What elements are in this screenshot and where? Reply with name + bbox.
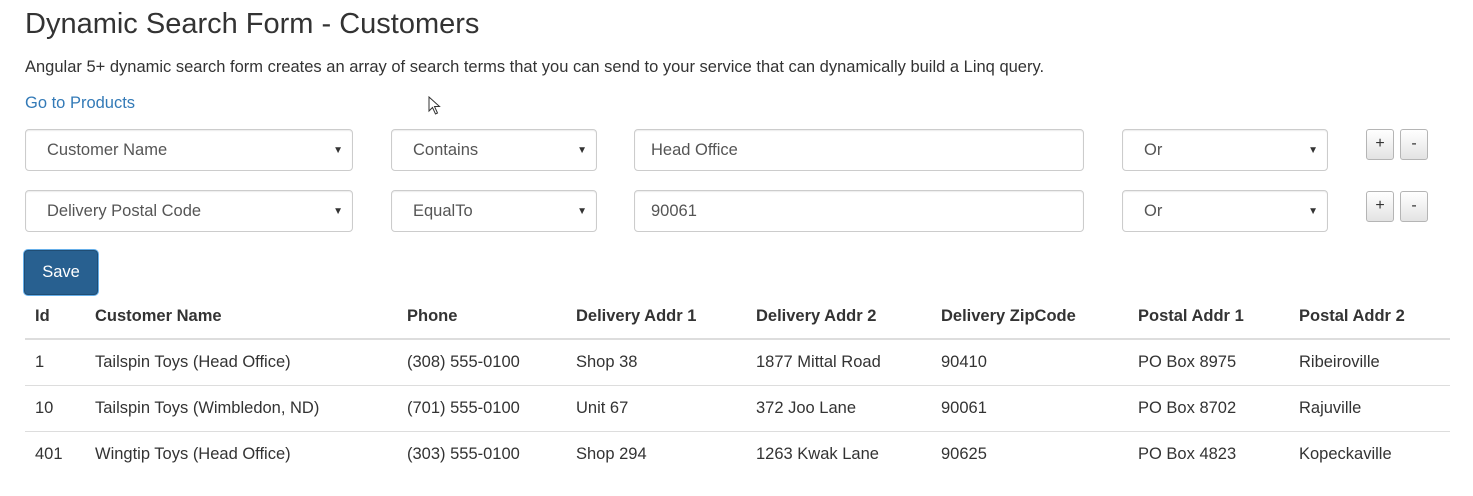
cell-customer-name: Tailspin Toys (Wimbledon, ND) <box>85 385 397 432</box>
column-header-delivery-addr-1[interactable]: Delivery Addr 1 <box>566 294 746 340</box>
cell-delivery-addr-1: Shop 294 <box>566 431 746 477</box>
cell-delivery-zipcode: 90061 <box>931 385 1128 432</box>
go-to-products-link[interactable]: Go to Products <box>25 92 135 114</box>
page-description: Angular 5+ dynamic search form creates a… <box>25 58 1045 76</box>
chevron-down-icon: ▼ <box>1308 206 1318 217</box>
chevron-down-icon: ▼ <box>577 145 587 156</box>
column-header-customer-name[interactable]: Customer Name <box>85 294 397 340</box>
search-value-text: Head Office <box>651 141 738 159</box>
search-conjunction-value: Or <box>1144 202 1163 220</box>
search-value-input[interactable]: 90061 <box>634 190 1084 232</box>
cell-phone: (701) 555-0100 <box>397 385 566 432</box>
cell-postal-addr-2: Kopeckaville <box>1289 431 1450 477</box>
cell-customer-name: Wingtip Toys (Head Office) <box>85 431 397 477</box>
column-header-delivery-addr-2[interactable]: Delivery Addr 2 <box>746 294 931 340</box>
cell-delivery-addr-2: 372 Joo Lane <box>746 385 931 432</box>
column-header-postal-addr-1[interactable]: Postal Addr 1 <box>1128 294 1289 340</box>
cell-delivery-addr-2: 1263 Kwak Lane <box>746 431 931 477</box>
mouse-pointer-icon <box>428 96 441 115</box>
add-row-button[interactable]: + <box>1366 191 1394 222</box>
search-field-select[interactable]: Customer Name ▼ <box>25 129 353 171</box>
cell-id: 1 <box>25 338 85 386</box>
remove-row-button[interactable]: - <box>1400 129 1428 160</box>
cell-postal-addr-2: Rajuville <box>1289 385 1450 432</box>
search-conjunction-value: Or <box>1144 141 1163 159</box>
column-header-id[interactable]: Id <box>25 294 85 340</box>
remove-row-button[interactable]: - <box>1400 191 1428 222</box>
cell-delivery-zipcode: 90410 <box>931 338 1128 386</box>
cell-phone: (308) 555-0100 <box>397 338 566 386</box>
search-field-value: Customer Name <box>47 141 168 159</box>
search-operator-select[interactable]: Contains ▼ <box>391 129 597 171</box>
cell-postal-addr-1: PO Box 8975 <box>1128 338 1289 386</box>
cell-postal-addr-1: PO Box 8702 <box>1128 385 1289 432</box>
search-conjunction-select[interactable]: Or ▼ <box>1122 129 1328 171</box>
search-field-value: Delivery Postal Code <box>47 202 202 220</box>
cell-delivery-zipcode: 90625 <box>931 431 1128 477</box>
column-header-delivery-zipcode[interactable]: Delivery ZipCode <box>931 294 1128 340</box>
search-field-select[interactable]: Delivery Postal Code ▼ <box>25 190 353 232</box>
save-button[interactable]: Save <box>24 250 98 295</box>
page-title: Dynamic Search Form - Customers <box>25 8 480 40</box>
cell-postal-addr-1: PO Box 4823 <box>1128 431 1289 477</box>
add-row-button[interactable]: + <box>1366 129 1394 160</box>
cell-delivery-addr-1: Unit 67 <box>566 385 746 432</box>
cell-customer-name: Tailspin Toys (Head Office) <box>85 338 397 386</box>
cell-id: 10 <box>25 385 85 432</box>
chevron-down-icon: ▼ <box>1308 145 1318 156</box>
table-row[interactable]: 10 Tailspin Toys (Wimbledon, ND) (701) 5… <box>25 385 1450 432</box>
cell-delivery-addr-2: 1877 Mittal Road <box>746 338 931 386</box>
column-header-postal-addr-2[interactable]: Postal Addr 2 <box>1289 294 1450 340</box>
search-conjunction-select[interactable]: Or ▼ <box>1122 190 1328 232</box>
cell-phone: (303) 555-0100 <box>397 431 566 477</box>
chevron-down-icon: ▼ <box>333 145 343 156</box>
table-header-row: Id Customer Name Phone Delivery Addr 1 D… <box>25 294 1450 340</box>
search-operator-value: EqualTo <box>413 202 473 220</box>
customers-table: Id Customer Name Phone Delivery Addr 1 D… <box>25 294 1450 477</box>
cell-delivery-addr-1: Shop 38 <box>566 338 746 386</box>
cell-postal-addr-2: Ribeiroville <box>1289 338 1450 386</box>
search-value-text: 90061 <box>651 202 697 220</box>
search-operator-select[interactable]: EqualTo ▼ <box>391 190 597 232</box>
chevron-down-icon: ▼ <box>333 206 343 217</box>
chevron-down-icon: ▼ <box>577 206 587 217</box>
table-row[interactable]: 1 Tailspin Toys (Head Office) (308) 555-… <box>25 338 1450 386</box>
page: Dynamic Search Form - Customers Angular … <box>0 0 1473 496</box>
search-operator-value: Contains <box>413 141 479 159</box>
table-row[interactable]: 401 Wingtip Toys (Head Office) (303) 555… <box>25 431 1450 477</box>
search-value-input[interactable]: Head Office <box>634 129 1084 171</box>
cell-id: 401 <box>25 431 85 477</box>
column-header-phone[interactable]: Phone <box>397 294 566 340</box>
